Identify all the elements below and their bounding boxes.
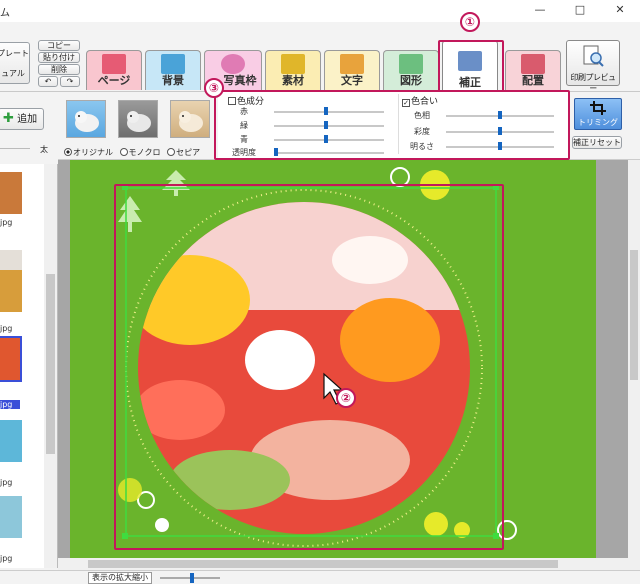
thumbnail-caption: jpg bbox=[0, 400, 20, 409]
template-button-label: プレート bbox=[0, 49, 29, 58]
bird-mono-icon bbox=[127, 111, 151, 132]
undo-button[interactable]: ↶ bbox=[38, 76, 58, 87]
add-image-label: 追加 bbox=[17, 114, 38, 125]
crop-icon bbox=[590, 101, 606, 115]
filter-radio-group: オリジナル モノクロ セピア bbox=[64, 147, 200, 158]
text-icon bbox=[340, 54, 364, 74]
manual-button-label: ュアル bbox=[1, 69, 25, 78]
tab-layout[interactable]: 配置 bbox=[505, 50, 561, 90]
thumbnail-image[interactable] bbox=[0, 420, 22, 462]
paste-button[interactable]: 貼り付け bbox=[38, 52, 80, 63]
plus-icon: ✚ bbox=[3, 111, 14, 126]
filter-original-preview[interactable] bbox=[66, 100, 106, 138]
status-bar: 表示の拡大縮小 bbox=[0, 570, 640, 584]
thumbnail-scroll-thumb[interactable] bbox=[46, 274, 55, 454]
callout-badge-1: ① bbox=[460, 12, 480, 32]
thumbnail-image-selected[interactable] bbox=[0, 336, 22, 382]
bird-sepia-icon bbox=[179, 111, 203, 132]
bird-icon bbox=[75, 111, 99, 132]
thumbnail-caption: jpg bbox=[0, 554, 13, 563]
close-button[interactable]: ✕ bbox=[600, 0, 640, 22]
copy-button[interactable]: コピー bbox=[38, 40, 80, 51]
app-title: ム bbox=[0, 8, 10, 19]
radio-selected-icon bbox=[64, 148, 72, 156]
shape-icon bbox=[399, 54, 423, 74]
background-icon bbox=[161, 54, 185, 74]
radio-icon bbox=[167, 148, 176, 156]
image-list-panel: ✚ 追加 太 jpg jpg jpg jpg jpg jpg bbox=[0, 92, 58, 572]
callout-badge-2: ② bbox=[336, 388, 356, 408]
tab-background[interactable]: 背景 bbox=[145, 50, 201, 90]
zoom-slider-thumb[interactable] bbox=[190, 573, 194, 583]
size-label: 太 bbox=[40, 145, 48, 154]
callout-box-1 bbox=[438, 40, 504, 92]
filter-radio-mono[interactable]: モノクロ bbox=[119, 148, 161, 157]
callout-badge-3: ③ bbox=[204, 78, 224, 98]
redo-button[interactable]: ↷ bbox=[60, 76, 80, 87]
correction-reset-button[interactable]: 補正リセット bbox=[572, 136, 622, 149]
canvas-vscroll-thumb[interactable] bbox=[630, 250, 638, 380]
minimize-button[interactable]: — bbox=[520, 0, 560, 22]
size-slider-track[interactable] bbox=[0, 148, 30, 149]
print-preview-label: 印刷プレビュー bbox=[570, 73, 617, 93]
print-preview-button[interactable]: 印刷プレビュー bbox=[566, 40, 620, 93]
tab-shape[interactable]: 図形 bbox=[383, 50, 439, 90]
add-image-button[interactable]: ✚ 追加 bbox=[0, 108, 44, 130]
thumbnail-caption: jpg bbox=[0, 324, 13, 333]
filter-mono-preview[interactable] bbox=[118, 100, 158, 138]
callout-box-photo bbox=[114, 184, 504, 550]
filter-radio-sepia[interactable]: セピア bbox=[167, 148, 200, 157]
book-icon bbox=[102, 54, 126, 74]
callout-box-3 bbox=[214, 90, 570, 160]
thumbnail-caption: jpg bbox=[0, 478, 13, 487]
filter-radio-original[interactable]: オリジナル bbox=[64, 148, 113, 157]
canvas-horizontal-scrollbar[interactable] bbox=[58, 558, 628, 570]
title-bar: ム — □ ✕ bbox=[0, 0, 640, 22]
thumbnail-image[interactable] bbox=[0, 496, 22, 538]
trimming-button[interactable]: トリミング bbox=[574, 98, 622, 130]
canvas-area: ② bbox=[58, 160, 640, 558]
main-toolbar: プレート ュアル コピー 貼り付け 削除 ↶ ↷ ページ 背景 写真枠 素材 文… bbox=[0, 12, 640, 93]
tab-text[interactable]: 文字 bbox=[324, 50, 380, 90]
thumbnail-list[interactable]: jpg jpg jpg jpg jpg jpg bbox=[0, 164, 58, 568]
photo-frame-icon bbox=[221, 54, 245, 74]
canvas-vertical-scrollbar[interactable] bbox=[628, 160, 640, 558]
thumbnail-image[interactable] bbox=[0, 172, 22, 214]
template-button[interactable]: プレート ュアル bbox=[0, 42, 30, 84]
magnifier-page-icon bbox=[583, 45, 604, 67]
zoom-label: 表示の拡大縮小 bbox=[88, 572, 152, 584]
maximize-button[interactable]: □ bbox=[560, 0, 600, 22]
tab-material[interactable]: 素材 bbox=[265, 50, 321, 90]
layout-icon bbox=[521, 54, 545, 74]
thumbnail-image[interactable] bbox=[0, 270, 22, 312]
canvas-hscroll-thumb[interactable] bbox=[88, 560, 558, 568]
thumbnail-scrollbar[interactable] bbox=[44, 164, 57, 568]
tab-page[interactable]: ページ bbox=[86, 50, 142, 90]
correction-properties-panel: オリジナル モノクロ セピア 色成分 赤 緑 青 透明度 ✓ 色合い 色相 彩度 … bbox=[58, 78, 640, 160]
thumbnail-caption: jpg bbox=[0, 218, 13, 227]
delete-button[interactable]: 削除 bbox=[38, 64, 80, 75]
material-icon bbox=[281, 54, 305, 74]
filter-sepia-preview[interactable] bbox=[170, 100, 210, 138]
radio-icon bbox=[119, 148, 128, 156]
